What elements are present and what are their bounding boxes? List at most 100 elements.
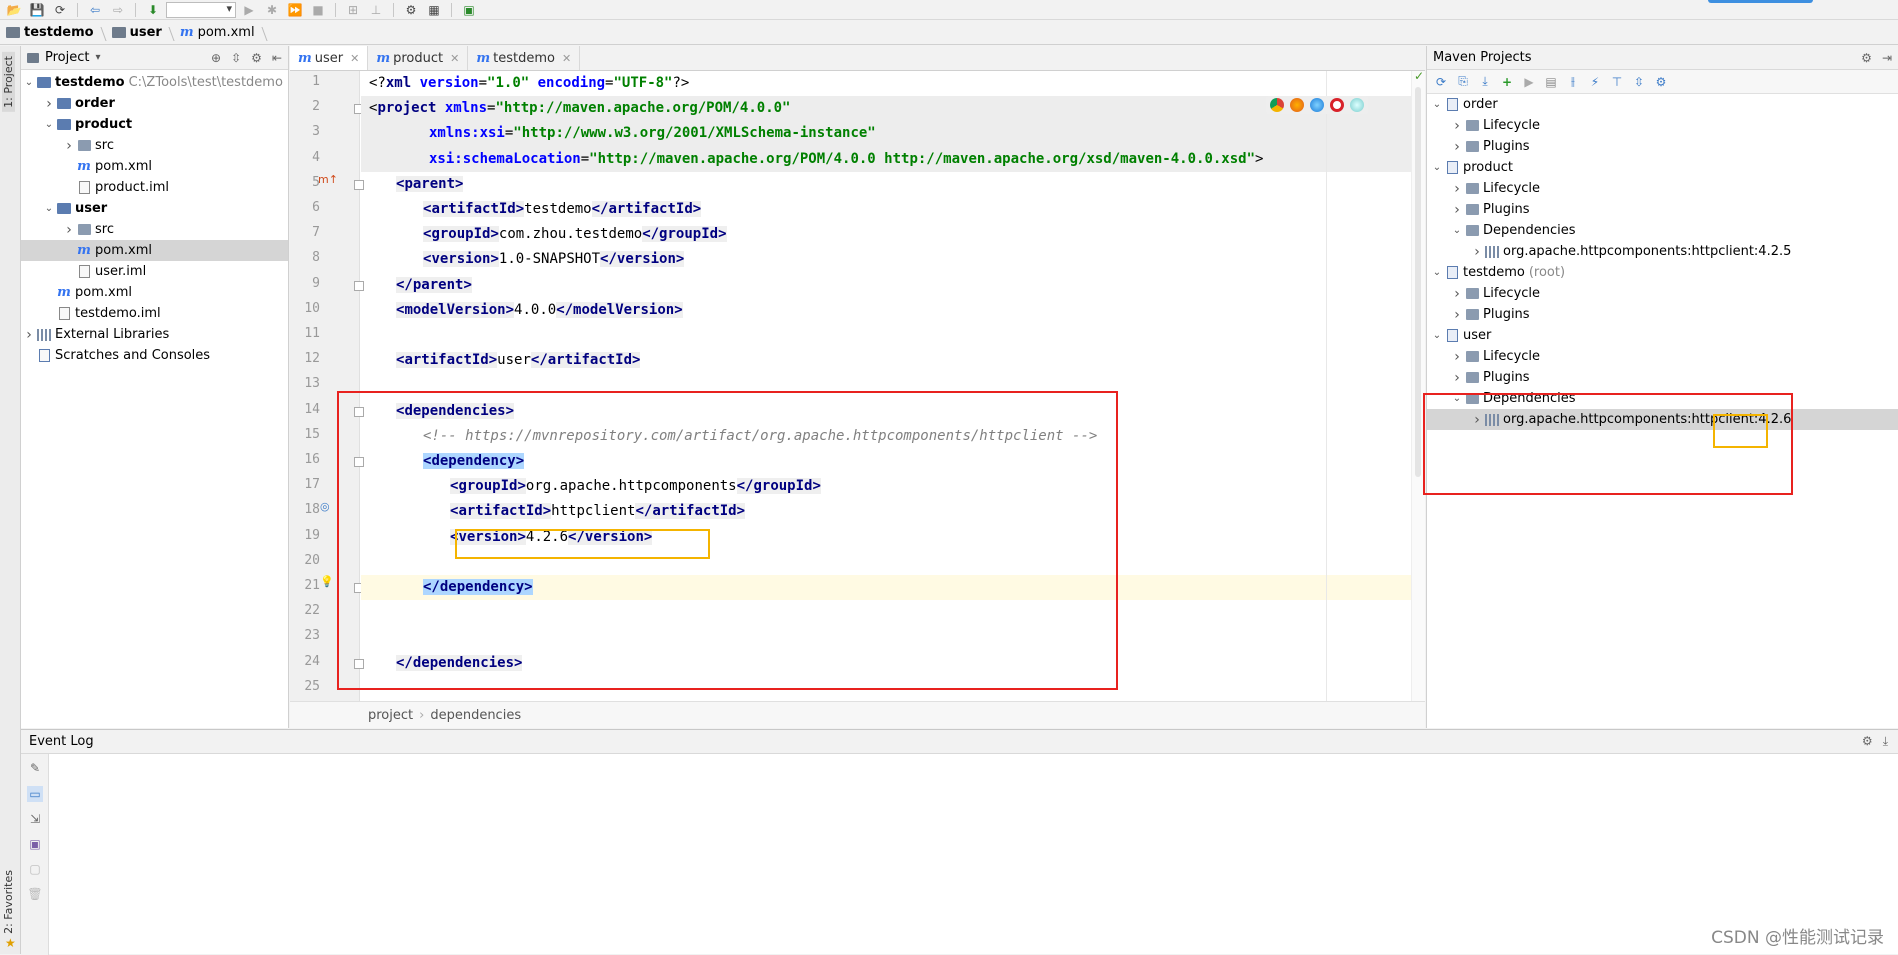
tree-item[interactable]: ⌄user xyxy=(1427,325,1898,346)
tree-item[interactable]: ⌄order xyxy=(1427,94,1898,115)
tree-item[interactable]: ⌄testdemo(root) xyxy=(1427,262,1898,283)
breadcrumb-project[interactable]: project xyxy=(368,708,413,723)
safari-icon[interactable] xyxy=(1310,98,1324,112)
tree-item[interactable]: ›org.apache.httpcomponents:httpclient:4.… xyxy=(1427,241,1898,262)
tree-item[interactable]: ⌄testdemoC:\ZTools\test\testdemo xyxy=(21,72,288,93)
skip-tests-icon[interactable]: ⚡ xyxy=(1587,74,1603,90)
generate-sources-icon[interactable]: ⎘ xyxy=(1455,74,1471,90)
hide-panel-icon[interactable]: ⤓ xyxy=(1883,734,1888,749)
chevron-right-icon[interactable]: › xyxy=(43,96,55,112)
open-icon[interactable]: 📂 xyxy=(4,1,24,19)
edge-icon[interactable] xyxy=(1350,98,1364,112)
chevron-right-icon[interactable]: › xyxy=(1451,118,1463,134)
chevron-right-icon[interactable]: › xyxy=(1451,181,1463,197)
debug-icon[interactable]: ✱ xyxy=(262,1,282,19)
project-tool-tab[interactable]: 1: Project xyxy=(2,52,15,112)
tree-item[interactable]: ⌄Dependencies xyxy=(1427,220,1898,241)
chevron-right-icon[interactable]: › xyxy=(1451,370,1463,386)
tree-item[interactable]: ›order xyxy=(21,93,288,114)
chevron-right-icon[interactable]: › xyxy=(1471,244,1483,260)
build-icon[interactable]: ⬇ xyxy=(143,1,163,19)
tree-item[interactable]: ›Plugins xyxy=(1427,367,1898,388)
tab-product[interactable]: mproduct✕ xyxy=(368,46,468,70)
tree-item[interactable]: ›src xyxy=(21,135,288,156)
breadcrumb-dependencies[interactable]: dependencies xyxy=(430,708,521,723)
gear-icon[interactable]: ⚙ xyxy=(251,51,262,65)
chevron-down-icon[interactable]: ⌄ xyxy=(1431,330,1443,341)
delete-icon[interactable]: 🗑 xyxy=(27,886,43,902)
breadcrumb-testdemo[interactable]: testdemo xyxy=(6,25,106,40)
chevron-right-icon[interactable]: › xyxy=(1451,349,1463,365)
show-dependencies-icon[interactable]: ⊤ xyxy=(1609,74,1625,90)
chevron-down-icon[interactable]: ⌄ xyxy=(23,77,35,88)
tree-item[interactable]: ⌄product xyxy=(1427,157,1898,178)
coverage-icon[interactable]: ⏩ xyxy=(285,1,305,19)
chevron-right-icon[interactable]: › xyxy=(1451,307,1463,323)
mark-read-icon[interactable]: ▣ xyxy=(27,836,43,852)
collapse-all-icon[interactable]: ⇳ xyxy=(231,51,241,65)
stop-icon[interactable]: ■ xyxy=(308,1,328,19)
vcs-update-icon[interactable]: ⊞ xyxy=(343,1,363,19)
tree-item[interactable]: mpom.xml xyxy=(21,156,288,177)
run-icon[interactable]: ▶ xyxy=(239,1,259,19)
tree-item[interactable]: ›External Libraries xyxy=(21,324,288,345)
chevron-down-icon[interactable]: ⌄ xyxy=(43,119,55,130)
chevron-down-icon[interactable]: ⌄ xyxy=(1431,162,1443,173)
tree-item[interactable]: ⌄product xyxy=(21,114,288,135)
overridden-method-icon[interactable]: m↑ xyxy=(318,173,338,186)
scroll-to-end-icon[interactable]: ⇲ xyxy=(27,811,43,827)
run-goal-icon[interactable]: ▶ xyxy=(1521,74,1537,90)
add-icon[interactable]: + xyxy=(1499,74,1515,90)
chevron-right-icon[interactable]: › xyxy=(1451,286,1463,302)
hide-panel-icon[interactable]: ⇤ xyxy=(272,51,282,65)
tree-item[interactable]: mpom.xml xyxy=(21,240,288,261)
settings-icon[interactable]: ✎ xyxy=(27,760,43,776)
chevron-down-icon[interactable]: ⌄ xyxy=(1431,99,1443,110)
tree-item[interactable]: ›Lifecycle xyxy=(1427,283,1898,304)
tree-item[interactable]: ›Plugins xyxy=(1427,304,1898,325)
maven-settings-icon[interactable]: ⚙ xyxy=(1653,74,1669,90)
forward-icon[interactable]: ⇨ xyxy=(108,1,128,19)
tree-item[interactable]: testdemo.iml xyxy=(21,303,288,324)
tree-item[interactable]: product.iml xyxy=(21,177,288,198)
clear-icon[interactable]: ▢ xyxy=(27,861,43,877)
reimport-icon[interactable]: ⟳ xyxy=(1433,74,1449,90)
project-view-select[interactable]: Project xyxy=(45,50,89,65)
close-icon[interactable]: ✕ xyxy=(562,52,571,65)
sdk-icon[interactable]: ▣ xyxy=(459,1,479,19)
run-config-icon[interactable]: ▤ xyxy=(1543,74,1559,90)
close-icon[interactable]: ✕ xyxy=(450,52,459,65)
tab-testdemo[interactable]: mtestdemo✕ xyxy=(468,46,580,70)
chevron-right-icon[interactable]: › xyxy=(1451,202,1463,218)
tree-item[interactable]: ›Lifecycle xyxy=(1427,115,1898,136)
chevron-right-icon[interactable]: › xyxy=(23,327,35,343)
dependency-gutter-icon[interactable]: ◎ xyxy=(320,500,330,513)
tree-item[interactable]: ›Plugins xyxy=(1427,136,1898,157)
chevron-down-icon[interactable]: ⌄ xyxy=(1431,267,1443,278)
tree-item[interactable]: ›Plugins xyxy=(1427,199,1898,220)
chevron-right-icon[interactable]: › xyxy=(63,138,75,154)
chevron-right-icon[interactable]: › xyxy=(63,222,75,238)
settings-icon[interactable]: ⚙ xyxy=(401,1,421,19)
balloon-icon[interactable]: ▭ xyxy=(27,786,43,802)
chevron-down-icon[interactable]: ⌄ xyxy=(43,203,55,214)
chrome-icon[interactable] xyxy=(1270,98,1284,112)
gear-icon[interactable]: ⚙ xyxy=(1861,51,1872,65)
tree-item[interactable]: mpom.xml xyxy=(21,282,288,303)
editor-scrollbar[interactable]: ✓ xyxy=(1411,71,1425,701)
firefox-icon[interactable] xyxy=(1290,98,1304,112)
toggle-offline-icon[interactable]: ⫲ xyxy=(1565,74,1581,90)
tree-item[interactable]: ›src xyxy=(21,219,288,240)
locate-icon[interactable]: ⊕ xyxy=(211,51,221,65)
favorites-tool-tab[interactable]: 2: Favorites xyxy=(2,866,15,938)
sync-icon[interactable]: ⟳ xyxy=(50,1,70,19)
tab-user[interactable]: muser✕ xyxy=(290,46,368,70)
back-icon[interactable]: ⇦ xyxy=(85,1,105,19)
breadcrumb-pom[interactable]: mpom.xml xyxy=(180,25,267,40)
tree-item[interactable]: ›Lifecycle xyxy=(1427,346,1898,367)
save-icon[interactable]: 💾 xyxy=(27,1,47,19)
scrollbar-thumb[interactable] xyxy=(1415,87,1421,477)
breadcrumb-user[interactable]: user xyxy=(112,25,174,40)
close-icon[interactable]: ✕ xyxy=(350,52,359,65)
chevron-down-icon[interactable]: ⌄ xyxy=(1451,225,1463,236)
